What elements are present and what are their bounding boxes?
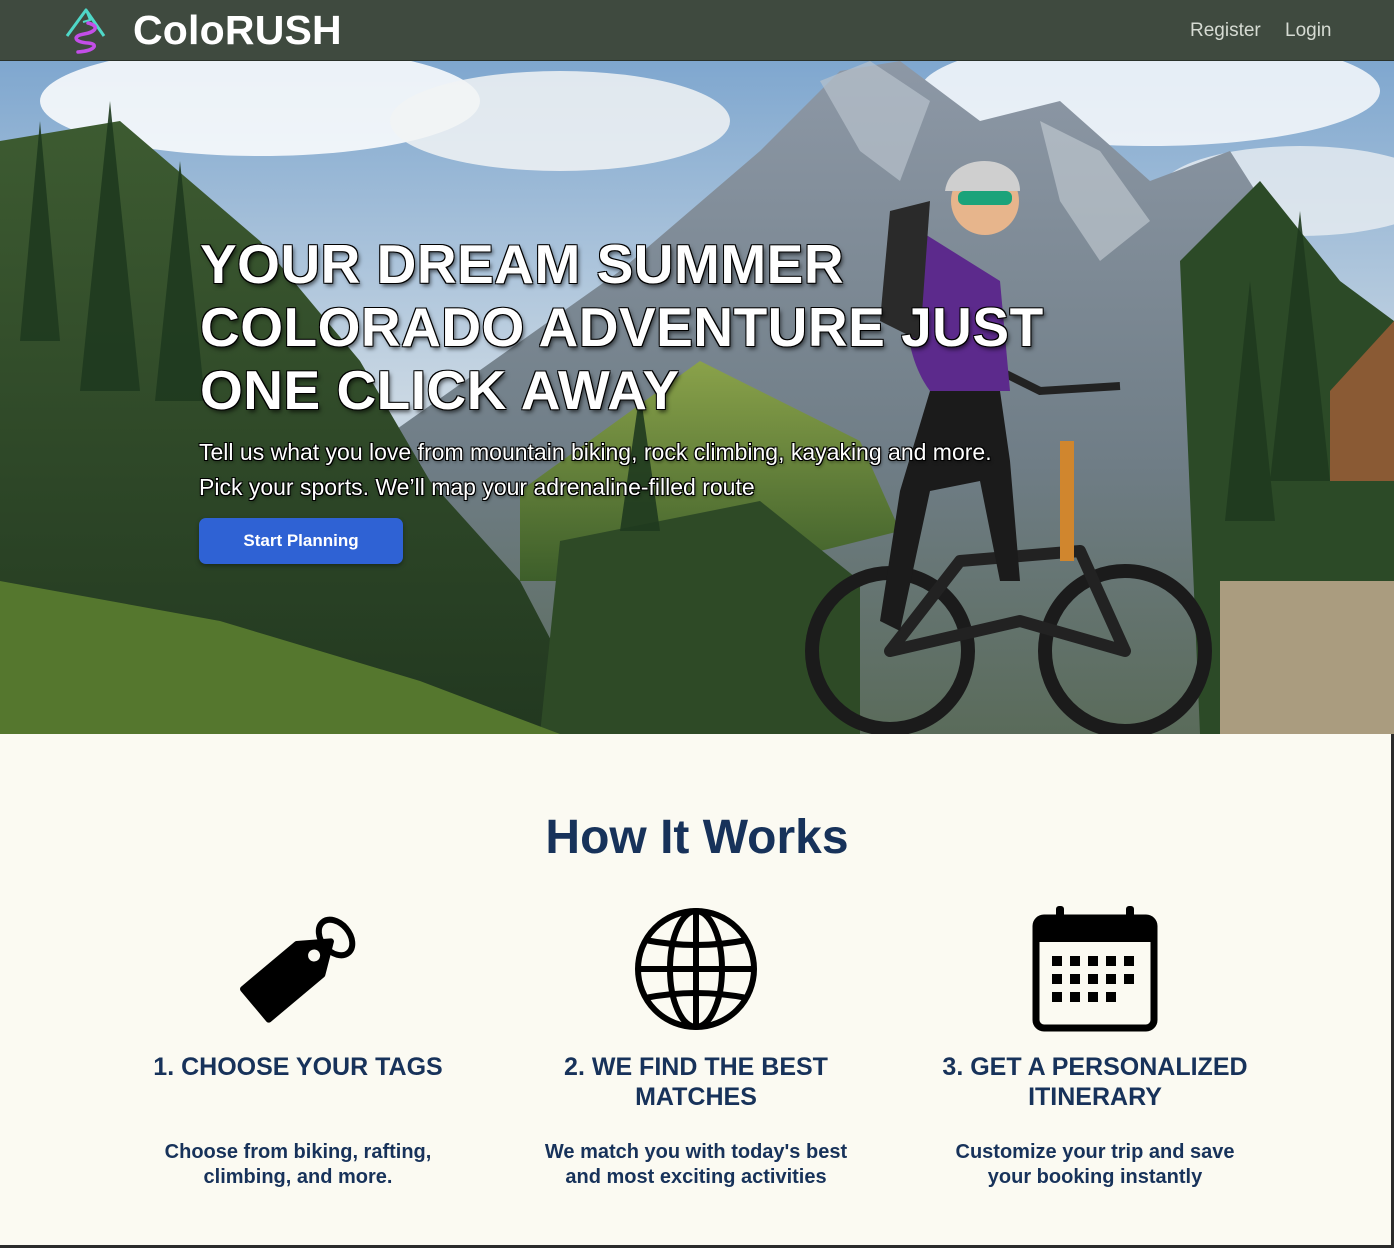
section-title: How It Works [545, 811, 849, 864]
hero-subtitle: Tell us what you love from mountain biki… [199, 439, 992, 500]
brand-name[interactable]: ColoRUSH [133, 6, 342, 54]
step-description: Customize your trip and save your bookin… [955, 1141, 1235, 1188]
how-it-works-section: How It Works 1. CHOOSE YOUR TAGS Choose … [0, 734, 1394, 1248]
mountain-swirl-logo-icon[interactable] [64, 6, 108, 56]
globe-icon [635, 908, 757, 1030]
register-link[interactable]: Register [1190, 19, 1261, 43]
tag-icon [240, 916, 356, 1023]
step-choose-tags: 1. CHOOSE YOUR TAGS Choose from biking, … [118, 904, 478, 1190]
login-link[interactable]: Login [1285, 19, 1332, 43]
step-heading: 2. WE FIND THE BEST MATCHES [564, 1053, 828, 1111]
step-personalized-itinerary: 3. GET A PERSONALIZED ITINERARY Customiz… [915, 904, 1275, 1190]
step-find-matches: 2. WE FIND THE BEST MATCHES We match you… [516, 904, 876, 1190]
navbar: ColoRUSH Register Login [0, 0, 1394, 61]
hero-section: YOUR DREAM SUMMER COLORADO ADVENTURE JUS… [0, 61, 1394, 734]
step-description: Choose from biking, rafting, climbing, a… [164, 1141, 432, 1188]
step-heading: 1. CHOOSE YOUR TAGS [153, 1053, 443, 1081]
calendar-icon [1032, 906, 1158, 1032]
step-heading: 3. GET A PERSONALIZED ITINERARY [942, 1053, 1248, 1111]
step-description: We match you with today's best and most … [544, 1141, 848, 1188]
start-planning-button[interactable]: Start Planning [199, 518, 403, 564]
hero-title: YOUR DREAM SUMMER COLORADO ADVENTURE JUS… [200, 233, 1044, 421]
